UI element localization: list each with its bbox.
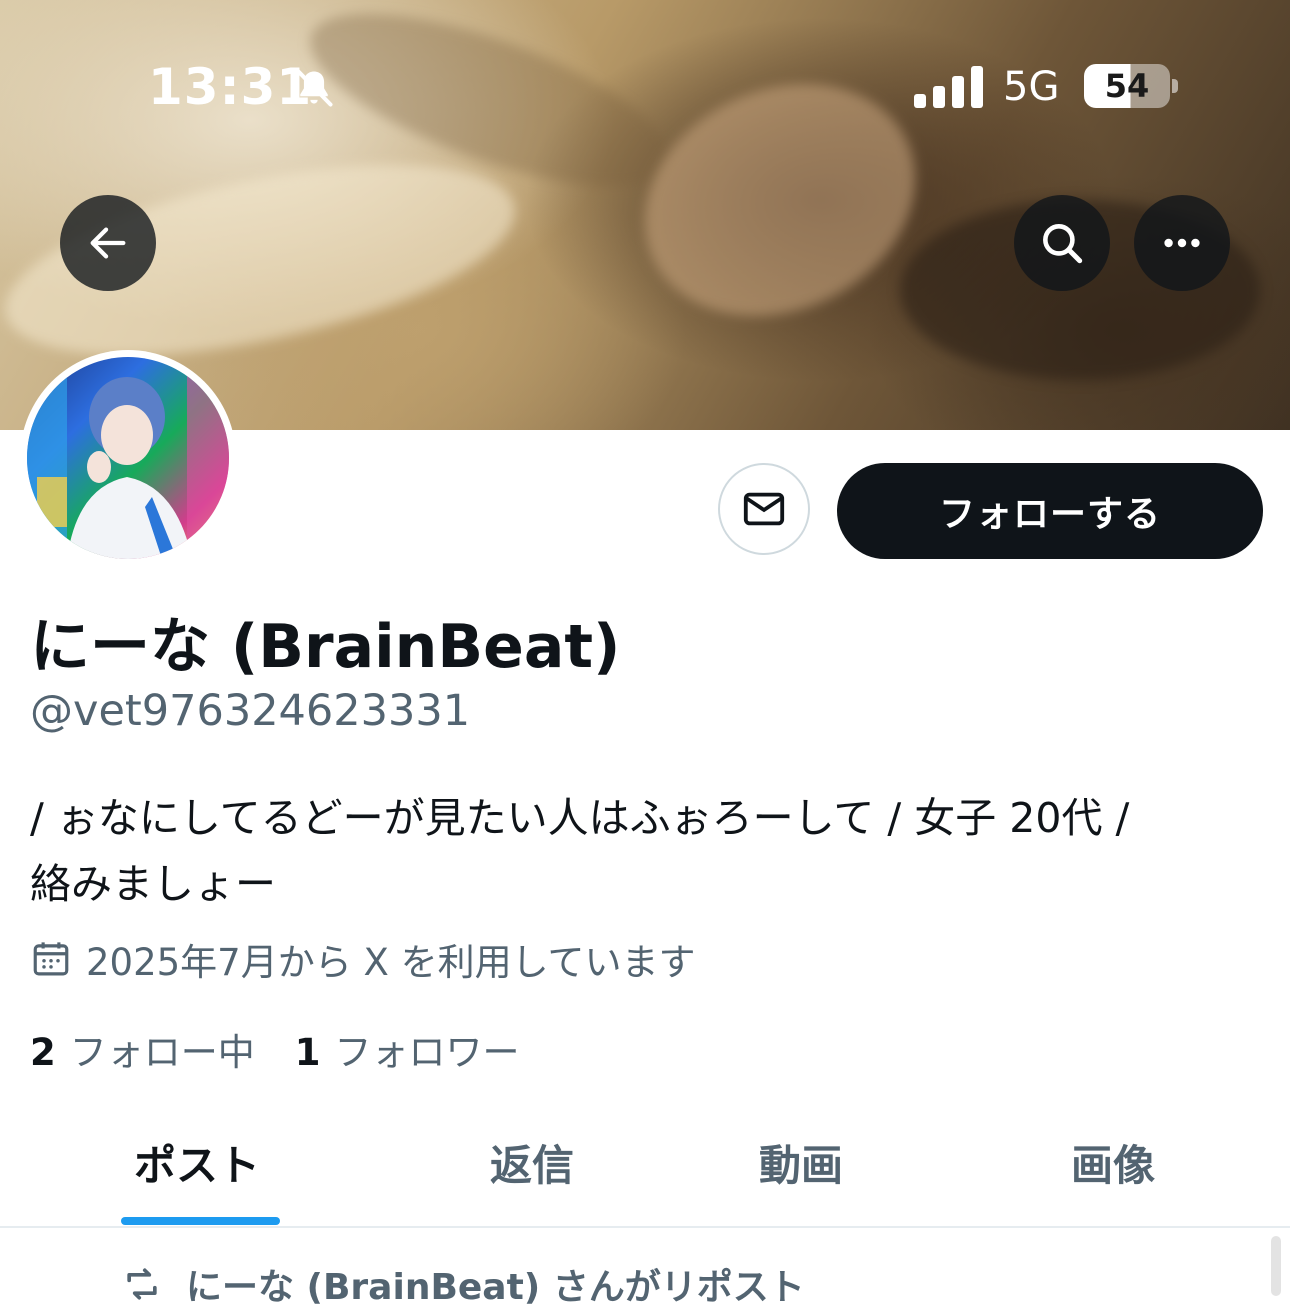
profile-bio: / ぉなにしてるどーが見たい人はふぉろーして / 女子 20代 / 絡みましょー — [30, 785, 1260, 917]
avatar[interactable] — [20, 350, 236, 566]
following-count: 2 — [30, 1031, 56, 1074]
signal-strength-icon — [914, 66, 984, 112]
mail-icon — [743, 492, 785, 526]
bio-line-2: 絡みましょー — [30, 860, 276, 908]
following-link[interactable]: 2 フォロー中 — [30, 1022, 255, 1076]
search-icon — [1043, 224, 1083, 264]
repost-notice: にーな (BrainBeat) さんがリポスト — [120, 1258, 805, 1310]
avatar-image — [27, 357, 229, 559]
tab-images[interactable]: 画像 — [1071, 1132, 1155, 1193]
battery-percent: 54 — [1104, 67, 1150, 105]
following-label: フォロー中 — [69, 1031, 255, 1074]
profile-handle: @vet976324623331 — [30, 686, 471, 736]
repost-icon — [127, 1268, 157, 1300]
tab-replies[interactable]: 返信 — [490, 1132, 574, 1193]
status-time: 13:31 — [148, 58, 313, 116]
follow-button[interactable]: フォローする — [837, 463, 1263, 559]
message-button[interactable] — [718, 463, 810, 555]
tab-videos[interactable]: 動画 — [759, 1132, 843, 1193]
joined-date: 2025年7月から X を利用しています — [30, 934, 695, 984]
more-horizontal-icon — [1164, 238, 1200, 248]
status-bar: 13:31 5G 54 — [0, 0, 1290, 175]
profile-tabs: ポスト 返信 動画 画像 — [0, 1100, 1290, 1228]
scrollbar[interactable] — [1271, 1236, 1281, 1296]
search-button[interactable] — [1014, 195, 1110, 291]
profile-name: にーな (BrainBeat) — [30, 612, 621, 682]
calendar-icon — [33, 942, 69, 976]
followers-count: 1 — [294, 1031, 321, 1074]
network-type: 5G — [1003, 64, 1060, 110]
bio-line-1: / ぉなにしてるどーが見たい人はふぉろーして / 女子 20代 / — [30, 794, 1130, 842]
more-button[interactable] — [1134, 195, 1230, 291]
battery-cap — [1172, 79, 1178, 93]
arrow-left-icon — [90, 227, 126, 259]
back-button[interactable] — [60, 195, 156, 291]
joined-text: 2025年7月から X を利用しています — [86, 941, 696, 984]
followers-label: フォロワー — [334, 1031, 520, 1074]
tab-posts[interactable]: ポスト — [134, 1132, 260, 1193]
active-tab-indicator — [121, 1217, 280, 1225]
follow-stats: 2 フォロー中 1 フォロワー — [30, 1022, 560, 1076]
silent-bell-icon — [292, 66, 336, 114]
battery-icon: 54 — [1084, 64, 1170, 108]
followers-link[interactable]: 1 フォロワー — [295, 1022, 520, 1076]
repost-notice-text: にーな (BrainBeat) さんがリポスト — [186, 1267, 805, 1308]
